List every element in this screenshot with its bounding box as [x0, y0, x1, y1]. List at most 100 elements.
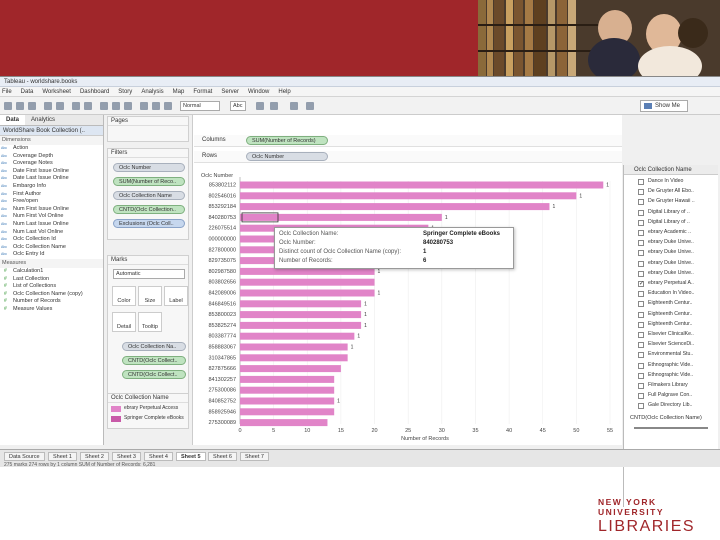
legend-item[interactable]: ebrary Perpetual Access [124, 405, 178, 411]
filter-checkbox-label[interactable]: Elsevier ScienceDi.. [648, 341, 710, 347]
filter-checkbox[interactable] [638, 403, 644, 410]
dimension-field[interactable]: First Author [0, 191, 103, 199]
filter-checkbox-label[interactable]: Ethnographic Vide.. [648, 362, 710, 368]
color-button[interactable]: Color [112, 286, 136, 306]
filter-checkbox[interactable] [638, 321, 644, 328]
detail-button[interactable]: Detail [112, 312, 136, 332]
fix-axes-icon[interactable] [164, 102, 172, 110]
measure-field[interactable]: Calculation1 [0, 268, 103, 276]
measure-field[interactable]: Oclc Collection Name (copy) [0, 291, 103, 299]
filter-checkbox[interactable] [638, 280, 644, 287]
menu-item[interactable]: Window [248, 87, 269, 96]
sheet-tab[interactable]: Sheet 3 [112, 452, 141, 461]
menu-item[interactable]: Help [278, 87, 290, 96]
menu-item[interactable]: Server [221, 87, 239, 96]
back-icon[interactable] [4, 102, 12, 110]
filter-checkbox[interactable] [638, 179, 644, 185]
menu-item[interactable]: Dashboard [80, 87, 109, 96]
filter-checkbox-label[interactable]: Ethnographic Vide.. [648, 372, 710, 378]
filter-checkbox[interactable] [638, 332, 644, 338]
measure-field[interactable]: Number of Records [0, 298, 103, 306]
sheet-tab[interactable]: Sheet 1 [48, 452, 77, 461]
filter-checkbox-label[interactable]: Digital Library of .. [648, 219, 710, 225]
filter-checkbox-label[interactable]: ebrary Perpetual A.. [648, 280, 710, 286]
dimension-field[interactable]: Num First Issue Online [0, 206, 103, 214]
filter-checkbox-label[interactable]: Eighteenth Centur.. [648, 321, 710, 327]
filter-checkbox[interactable] [638, 209, 644, 216]
filter-checkbox[interactable] [638, 230, 644, 236]
sheet-tab[interactable]: Sheet 5 [176, 452, 206, 461]
filter-checkbox[interactable] [638, 291, 644, 298]
filter-checkbox-label[interactable]: ebrary Duke Unive.. [648, 249, 710, 255]
pen-icon[interactable] [270, 102, 278, 110]
presentation-icon[interactable] [290, 102, 298, 110]
filter-checkbox-label[interactable]: Dance In Video [648, 178, 710, 184]
dimension-field[interactable]: Num Last Issue Online [0, 221, 103, 229]
measure-field[interactable]: Last Collection [0, 276, 103, 284]
filter-pill[interactable]: Oclc Number [113, 163, 185, 172]
menu-item[interactable]: Story [118, 87, 132, 96]
filter-checkbox[interactable] [638, 260, 644, 267]
filter-checkbox-label[interactable]: Education In Video.. [648, 290, 710, 296]
range-slider[interactable] [634, 427, 708, 429]
filter-checkbox[interactable] [638, 372, 644, 379]
undo-icon[interactable] [72, 102, 80, 110]
sort-asc-icon[interactable] [112, 102, 120, 110]
filter-checkbox-label[interactable]: Gale Directory Lib.. [648, 402, 710, 408]
menu-item[interactable]: Format [193, 87, 212, 96]
swap-icon[interactable] [100, 102, 108, 110]
menu-item[interactable]: Worksheet [42, 87, 71, 96]
forward-icon[interactable] [16, 102, 24, 110]
filter-checkbox[interactable] [638, 342, 644, 349]
label-button[interactable]: Label [164, 286, 188, 306]
filter-checkbox-label[interactable]: Filmakers Library [648, 382, 710, 388]
sheet-tab[interactable]: Sheet 7 [240, 452, 269, 461]
filter-checkbox[interactable] [638, 189, 644, 196]
sort-desc-icon[interactable] [124, 102, 132, 110]
dimension-field[interactable]: Embargo Info [0, 183, 103, 191]
tab-analytics[interactable]: Analytics [25, 115, 61, 125]
filter-checkbox-label[interactable]: Full Palgrave Con.. [648, 392, 710, 398]
duplicate-icon[interactable] [56, 102, 64, 110]
dimension-field[interactable]: Oclc Collection Id [0, 236, 103, 244]
filter-checkbox[interactable] [638, 352, 644, 359]
data-source-name[interactable]: WorldShare Book Collection (.. [0, 126, 103, 136]
sheet-tab[interactable]: Sheet 4 [144, 452, 173, 461]
dimension-field[interactable]: Coverage Depth [0, 153, 103, 161]
filter-checkbox-label[interactable]: ebrary Duke Unive.. [648, 239, 710, 245]
filter-checkbox-label[interactable]: Eighteenth Centur.. [648, 311, 710, 317]
filter-checkbox[interactable] [638, 383, 644, 389]
rows-pill[interactable]: Oclc Number [246, 152, 328, 161]
filter-checkbox[interactable] [638, 362, 644, 369]
filter-checkbox-label[interactable]: Environmental Stu.. [648, 351, 710, 357]
labels-icon[interactable] [152, 102, 160, 110]
mark-pill[interactable]: CNTD(Oclc Collect.. [122, 356, 186, 365]
dimension-field[interactable]: Date First Issue Online [0, 168, 103, 176]
filter-pill[interactable]: CNTD(Oclc Collection.. [113, 205, 185, 214]
highlight-icon[interactable] [256, 102, 264, 110]
filter-checkbox-label[interactable]: Eighteenth Centur.. [648, 300, 710, 306]
filter-checkbox[interactable] [638, 240, 644, 247]
filter-checkbox-label[interactable]: De Gruyter Hawaii .. [648, 198, 710, 204]
filter-checkbox-label[interactable]: Elsevier ClinicalKe.. [648, 331, 710, 337]
legend-item[interactable]: Springer Complete eBooks [124, 415, 184, 421]
menu-item[interactable]: Analysis [141, 87, 163, 96]
sheet-tab[interactable]: Data Source [4, 452, 45, 461]
measure-field[interactable]: List of Collections [0, 283, 103, 291]
mark-pill[interactable]: CNTD(Oclc Collect.. [122, 370, 186, 379]
share-icon[interactable] [306, 102, 314, 110]
filter-checkbox-label[interactable]: Digital Library of .. [648, 209, 710, 215]
mark-size-select[interactable]: Normal [180, 101, 220, 111]
filter-pill[interactable]: SUM(Number of Reco.. [113, 177, 185, 186]
dimension-field[interactable]: Oclc Entry Id [0, 251, 103, 259]
filter-checkbox-label[interactable]: De Gruyter All Ebo.. [648, 188, 710, 194]
filter-checkbox[interactable] [638, 270, 644, 277]
filter-checkbox[interactable] [638, 250, 644, 257]
dimension-field[interactable]: Num Last Vol Online [0, 229, 103, 237]
dimension-field[interactable]: Num First Vol Online [0, 213, 103, 221]
dimension-field[interactable]: Free/open [0, 198, 103, 206]
group-icon[interactable] [140, 102, 148, 110]
menu-item[interactable]: File [2, 87, 12, 96]
filter-checkbox[interactable] [638, 311, 644, 318]
tab-data[interactable]: Data [0, 115, 26, 125]
